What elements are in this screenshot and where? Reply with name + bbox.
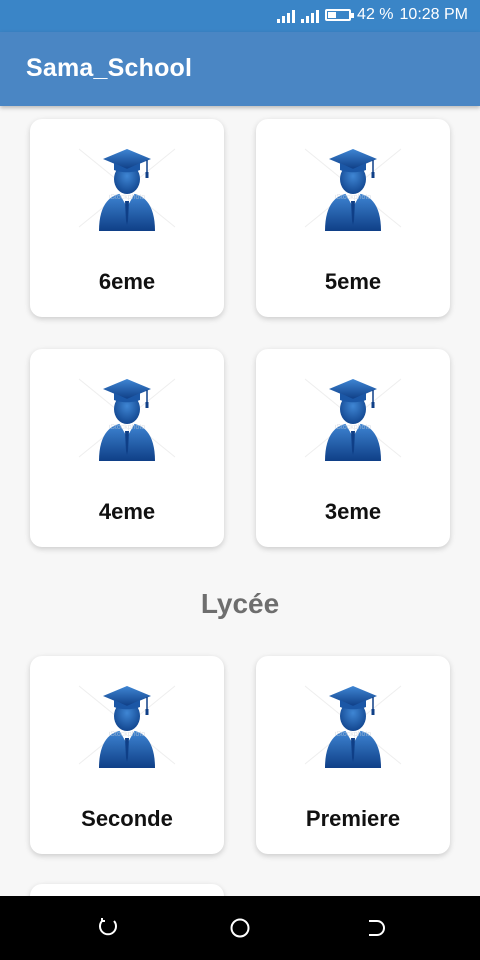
app-bar: Sama_School (0, 32, 480, 106)
grade-card-premiere[interactable]: Premiere (256, 656, 450, 854)
graduate-icon (77, 678, 177, 772)
graduate-icon (303, 371, 403, 465)
grade-card-3eme[interactable]: 3eme (256, 349, 450, 547)
graduate-icon (303, 141, 403, 235)
home-icon[interactable] (228, 916, 252, 940)
battery-icon (325, 9, 355, 21)
status-bar: 42 % 10:28 PM (0, 0, 480, 32)
grade-card-5eme[interactable]: 5eme (256, 119, 450, 317)
section-title-lycee: Lycée (200, 588, 280, 619)
signal-2-icon (301, 7, 320, 23)
battery-percent: 42 % (357, 6, 394, 23)
navigation-bar (0, 896, 480, 960)
signal-1-icon (277, 7, 296, 23)
status-indicators: 42 % 10:28 PM (277, 6, 468, 24)
graduate-icon (303, 678, 403, 772)
grade-label: 3eme (324, 499, 382, 524)
grade-label: 5eme (324, 269, 382, 294)
back-icon[interactable] (96, 916, 120, 940)
app-title: Sama_School (26, 54, 193, 82)
graduate-icon (77, 141, 177, 235)
grade-card-6eme[interactable]: 6eme (30, 119, 224, 317)
grade-label: Premiere (305, 806, 401, 831)
grade-card-seconde[interactable]: Seconde (30, 656, 224, 854)
grade-label: 4eme (98, 499, 156, 524)
graduate-icon (77, 371, 177, 465)
grade-label: Seconde (81, 806, 173, 831)
grade-label: 6eme (98, 269, 156, 294)
clock: 10:28 PM (399, 6, 468, 23)
grade-card-4eme[interactable]: 4eme (30, 349, 224, 547)
grade-card-partial[interactable] (30, 884, 224, 896)
recent-apps-icon[interactable] (362, 916, 386, 940)
grade-list: 6eme 5eme 4eme 3eme Lycée Seconde Premie… (0, 106, 480, 896)
